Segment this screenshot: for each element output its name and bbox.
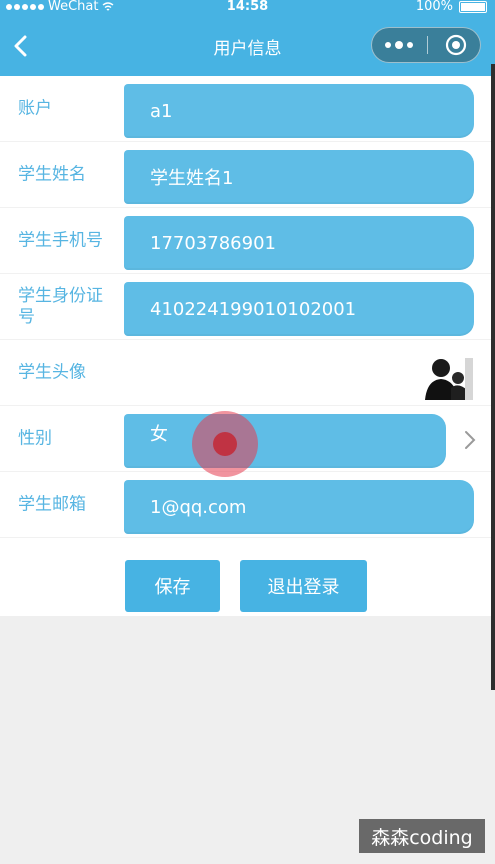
account-label: 账户 — [18, 98, 52, 118]
row-student-name: 学生姓名 学生姓名1 — [0, 142, 495, 208]
student-id-card-input[interactable]: 410224199010102001 — [124, 282, 474, 336]
student-email-label: 学生邮箱 — [18, 494, 86, 514]
gender-label: 性别 — [18, 428, 52, 448]
chevron-right-icon — [465, 431, 476, 449]
row-student-phone: 学生手机号 17703786901 — [0, 208, 495, 274]
close-mini-program-button[interactable] — [432, 28, 480, 62]
student-avatar-label: 学生头像 — [18, 362, 86, 382]
touch-indicator — [192, 411, 258, 477]
battery-percent: 100% — [415, 0, 453, 14]
navigation-bar: 用户信息 — [0, 14, 495, 76]
user-info-form: 账户 a1 学生姓名 学生姓名1 学生手机号 17703786901 学生身份证… — [0, 76, 495, 616]
avatar[interactable] — [421, 350, 473, 400]
gender-picker-arrow[interactable] — [460, 428, 480, 452]
row-student-avatar: 学生头像 — [0, 340, 495, 406]
student-phone-label: 学生手机号 — [18, 230, 103, 250]
student-email-input[interactable]: 1@qq.com — [124, 480, 474, 534]
watermark: 森森coding — [359, 819, 485, 853]
student-name-input[interactable]: 学生姓名1 — [124, 150, 474, 204]
battery-icon — [459, 1, 487, 13]
student-id-card-label: 学生身份证号 — [18, 285, 103, 327]
row-student-email: 学生邮箱 1@qq.com — [0, 472, 495, 538]
row-student-id-card: 学生身份证号 410224199010102001 — [0, 274, 495, 340]
save-button[interactable]: 保存 — [125, 560, 220, 612]
account-input[interactable]: a1 — [124, 84, 474, 138]
gender-picker[interactable]: 女 — [124, 414, 446, 468]
avatar-photo — [421, 350, 473, 400]
more-dots-icon — [385, 42, 391, 48]
student-name-label: 学生姓名 — [18, 164, 86, 184]
capsule-divider — [427, 36, 428, 54]
more-button[interactable] — [372, 28, 426, 62]
logout-button[interactable]: 退出登录 — [240, 560, 367, 612]
row-account: 账户 a1 — [0, 76, 495, 142]
target-close-icon — [445, 34, 467, 56]
screen-edge — [491, 64, 495, 690]
status-right: 100% — [416, 0, 487, 14]
status-bar: WeChat 14:58 100% — [0, 0, 495, 14]
student-phone-input[interactable]: 17703786901 — [124, 216, 474, 270]
mini-program-capsule — [371, 27, 481, 63]
